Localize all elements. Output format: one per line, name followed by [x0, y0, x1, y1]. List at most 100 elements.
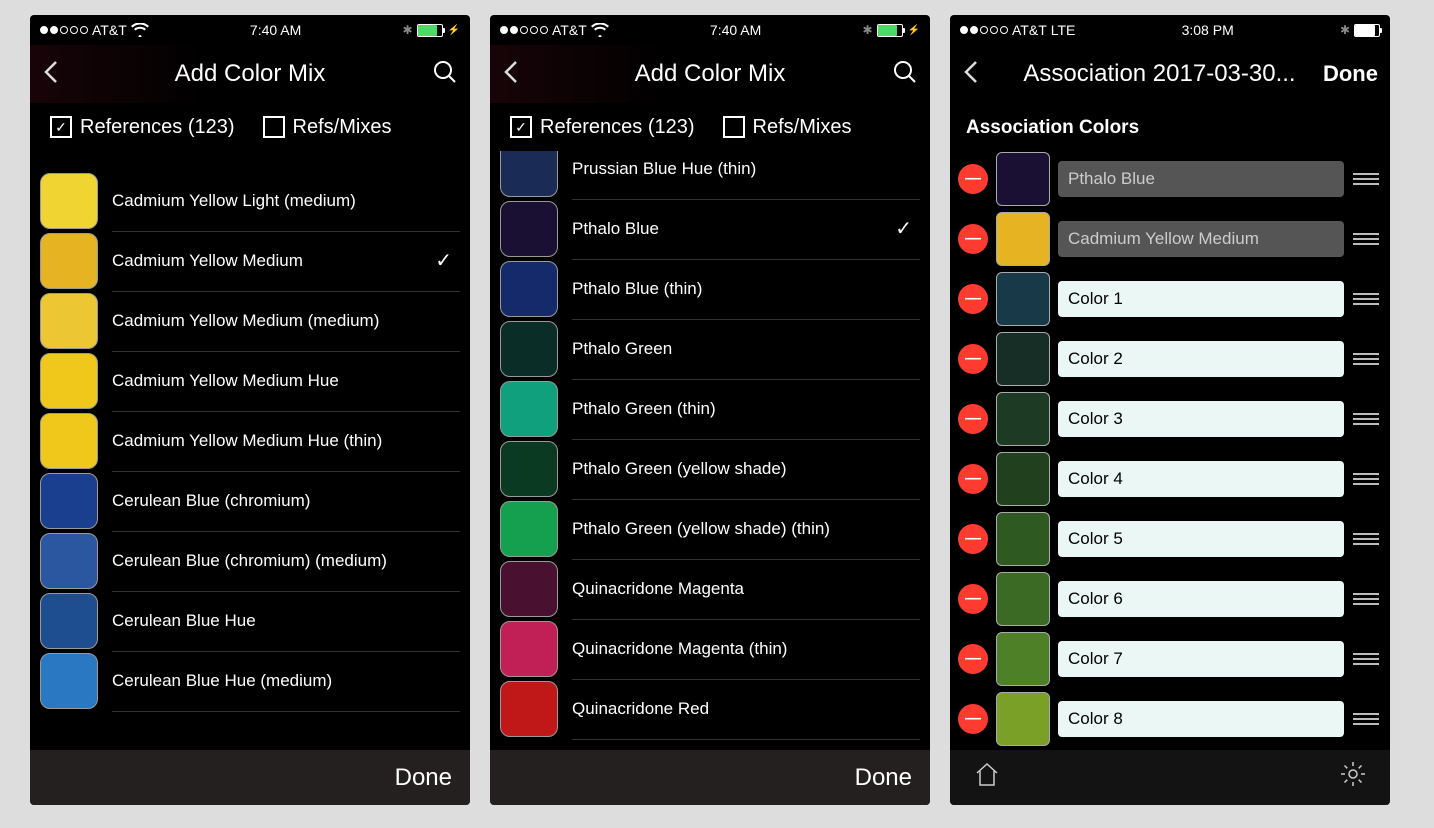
list-item[interactable]: Cadmium Yellow Medium✓	[30, 231, 470, 291]
color-swatch	[500, 441, 558, 497]
color-swatch	[40, 413, 98, 469]
filter-row: ✓References (123)Refs/Mixes	[30, 103, 470, 151]
settings-icon[interactable]	[1338, 759, 1368, 796]
association-row: — Color 3	[950, 389, 1390, 449]
list-item[interactable]: Cerulean Blue (chromium) (medium)	[30, 531, 470, 591]
association-row: — Color 7	[950, 629, 1390, 689]
color-name-input[interactable]: Color 7	[1058, 641, 1344, 677]
color-name-input[interactable]: Color 3	[1058, 401, 1344, 437]
search-icon[interactable]	[424, 59, 458, 90]
color-name: Pthalo Green	[572, 319, 920, 380]
list-item[interactable]: Cerulean Blue (chromium)	[30, 471, 470, 531]
color-name: Cerulean Blue (chromium) (medium)	[112, 531, 460, 592]
bluetooth-icon: ✱	[862, 23, 872, 37]
color-name-input[interactable]: Color 2	[1058, 341, 1344, 377]
association-row: — Pthalo Blue	[950, 149, 1390, 209]
color-swatch	[996, 452, 1050, 506]
color-swatch	[996, 332, 1050, 386]
list-area[interactable]: Cadmium Yellow Light (medium)Cadmium Yel…	[30, 151, 470, 750]
list-area[interactable]: Prussian Blue Hue (thin)Pthalo Blue✓Ptha…	[490, 151, 930, 750]
association-row: —Cadmium Yellow Medium	[950, 209, 1390, 269]
delete-button[interactable]: —	[958, 404, 988, 434]
color-name-input: Pthalo Blue	[1058, 161, 1344, 197]
list-item[interactable]: Pthalo Blue✓	[490, 199, 930, 259]
status-left: AT&T	[40, 22, 149, 38]
reorder-handle[interactable]	[1352, 293, 1380, 305]
bluetooth-icon: ✱	[402, 23, 412, 37]
color-name-input[interactable]: Color 4	[1058, 461, 1344, 497]
back-button[interactable]	[502, 58, 536, 91]
reorder-handle[interactable]	[1352, 533, 1380, 545]
refsmixes-label: Refs/Mixes	[293, 116, 392, 139]
list-item[interactable]: Quinacridone Magenta (thin)	[490, 619, 930, 679]
references-checkbox[interactable]: ✓	[510, 116, 532, 138]
color-swatch	[40, 473, 98, 529]
color-name: Cadmium Yellow Medium✓	[112, 231, 460, 292]
reorder-handle[interactable]	[1352, 353, 1380, 365]
color-swatch	[996, 272, 1050, 326]
status-time: 3:08 PM	[1182, 22, 1234, 38]
back-button[interactable]	[42, 58, 76, 91]
list-item[interactable]: Pthalo Blue (thin)	[490, 259, 930, 319]
list-item[interactable]: Cerulean Blue Hue (medium)	[30, 651, 470, 711]
color-swatch	[996, 692, 1050, 746]
list-item[interactable]: Pthalo Green (thin)	[490, 379, 930, 439]
list-item[interactable]: Quinacridone Magenta	[490, 559, 930, 619]
delete-button[interactable]: —	[958, 284, 988, 314]
delete-button[interactable]: —	[958, 344, 988, 374]
color-name: Cadmium Yellow Medium (medium)	[112, 291, 460, 352]
color-swatch	[40, 353, 98, 409]
home-icon[interactable]	[972, 759, 1002, 796]
association-row: — Color 1	[950, 269, 1390, 329]
list-item[interactable]: Cadmium Yellow Medium Hue	[30, 351, 470, 411]
delete-button[interactable]: —	[958, 524, 988, 554]
search-icon[interactable]	[884, 59, 918, 90]
reorder-handle[interactable]	[1352, 413, 1380, 425]
wifi-icon	[131, 23, 149, 37]
list-item[interactable]: Cadmium Yellow Medium Hue (thin)	[30, 411, 470, 471]
color-name-input[interactable]: Color 5	[1058, 521, 1344, 557]
page-title: Association 2017-03-30...	[1023, 60, 1295, 88]
tab-bar	[950, 750, 1390, 805]
list-item[interactable]: Pthalo Green	[490, 319, 930, 379]
charging-icon: ⚡	[448, 25, 460, 36]
checkmark-icon: ✓	[435, 248, 460, 273]
references-checkbox[interactable]: ✓	[50, 116, 72, 138]
reorder-handle[interactable]	[1352, 713, 1380, 725]
phone-screen-0: AT&T7:40 AM✱⚡Add Color Mix✓References (1…	[30, 15, 470, 805]
list-item[interactable]: Quinacridone Red	[490, 679, 930, 739]
list-item[interactable]: Pthalo Green (yellow shade)	[490, 439, 930, 499]
phone-screen-1: AT&T7:40 AM✱⚡Add Color Mix✓References (1…	[490, 15, 930, 805]
reorder-handle[interactable]	[1352, 233, 1380, 245]
list-item[interactable]: Cerulean Blue Hue	[30, 591, 470, 651]
color-swatch	[40, 653, 98, 709]
done-button[interactable]: Done	[855, 764, 912, 792]
back-button[interactable]	[962, 58, 996, 91]
done-button[interactable]: Done	[395, 764, 452, 792]
reorder-handle[interactable]	[1352, 173, 1380, 185]
list-item[interactable]: Cadmium Yellow Medium (medium)	[30, 291, 470, 351]
done-button[interactable]: Done	[1323, 61, 1378, 87]
list-item[interactable]: Cadmium Yellow Light (medium)	[30, 171, 470, 231]
carrier-label: AT&T	[92, 22, 127, 38]
refsmixes-checkbox[interactable]	[723, 116, 745, 138]
color-name-input[interactable]: Color 8	[1058, 701, 1344, 737]
list-item[interactable]: Pthalo Green (yellow shade) (thin)	[490, 499, 930, 559]
delete-button[interactable]: —	[958, 464, 988, 494]
color-name-input[interactable]: Color 1	[1058, 281, 1344, 317]
color-name-input[interactable]: Color 6	[1058, 581, 1344, 617]
delete-button[interactable]: —	[958, 164, 988, 194]
delete-button[interactable]: —	[958, 584, 988, 614]
delete-button[interactable]: —	[958, 704, 988, 734]
association-row: — Color 8	[950, 689, 1390, 749]
delete-button[interactable]: —	[958, 644, 988, 674]
list-area[interactable]: Association Colors—Pthalo Blue—Cadmium Y…	[950, 103, 1390, 750]
refsmixes-checkbox[interactable]	[263, 116, 285, 138]
delete-button[interactable]: —	[958, 224, 988, 254]
status-left: AT&TLTE	[960, 22, 1075, 38]
reorder-handle[interactable]	[1352, 653, 1380, 665]
list-item[interactable]: Prussian Blue Hue (thin)	[490, 151, 930, 199]
color-name: Cerulean Blue (chromium)	[112, 471, 460, 532]
reorder-handle[interactable]	[1352, 473, 1380, 485]
reorder-handle[interactable]	[1352, 593, 1380, 605]
